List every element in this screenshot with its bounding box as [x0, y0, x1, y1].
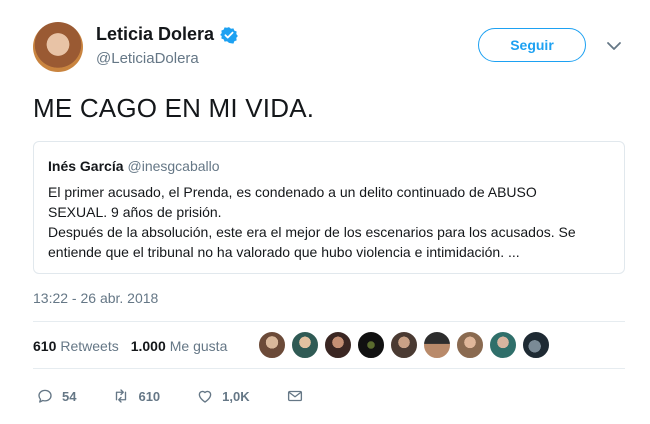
- quoted-author-handle: @inesgcaballo: [127, 158, 220, 174]
- quoted-tweet-line: El primer acusado, el Prenda, es condena…: [48, 184, 537, 200]
- liker-avatar[interactable]: [423, 331, 451, 359]
- tweet-text: ME CAGO EN MI VIDA.: [33, 93, 315, 123]
- quoted-tweet-body: El primer acusado, el Prenda, es condena…: [48, 182, 614, 262]
- quoted-tweet[interactable]: Inés García @inesgcaballo El primer acusa…: [33, 141, 625, 274]
- liker-avatar[interactable]: [357, 331, 385, 359]
- like-button[interactable]: 1,0K: [196, 387, 250, 405]
- reply-button[interactable]: 54: [36, 387, 76, 405]
- quoted-tweet-line: SEXUAL. 9 años de prisión.: [48, 204, 222, 220]
- liker-avatar[interactable]: [258, 331, 286, 359]
- liker-avatar[interactable]: [522, 331, 550, 359]
- liker-avatar[interactable]: [324, 331, 352, 359]
- quoted-author-name: Inés García: [48, 158, 124, 174]
- direct-message-button[interactable]: [286, 387, 304, 405]
- quoted-tweet-line: Después de la absolución, este era el me…: [48, 224, 576, 240]
- reply-icon: [38, 389, 52, 403]
- divider: [33, 321, 625, 322]
- follow-button[interactable]: Seguir: [478, 28, 586, 62]
- like-count: 1,0K: [222, 388, 250, 404]
- liker-avatar[interactable]: [291, 331, 319, 359]
- quoted-tweet-header: Inés García @inesgcaballo: [48, 158, 220, 174]
- tweet-stats: 610 Retweets 1.000 Me gusta: [33, 338, 239, 354]
- likers-avatars: [258, 331, 555, 359]
- retweets-count[interactable]: 610: [33, 338, 56, 354]
- retweets-label[interactable]: Retweets: [60, 338, 118, 354]
- chevron-down-icon[interactable]: [606, 38, 622, 54]
- author-name-row: Leticia Dolera: [96, 24, 238, 45]
- likes-label[interactable]: Me gusta: [170, 338, 228, 354]
- divider: [33, 368, 625, 369]
- author-name[interactable]: Leticia Dolera: [96, 24, 214, 45]
- author-handle[interactable]: @LeticiaDolera: [96, 50, 199, 67]
- retweet-icon: [116, 389, 127, 403]
- author-avatar[interactable]: [33, 22, 83, 72]
- liker-avatar[interactable]: [489, 331, 517, 359]
- tweet-timestamp[interactable]: 13:22 - 26 abr. 2018: [33, 290, 158, 306]
- reply-count: 54: [62, 388, 77, 404]
- liker-avatar[interactable]: [390, 331, 418, 359]
- retweet-button[interactable]: 610: [112, 387, 160, 405]
- retweet-count: 610: [138, 388, 161, 404]
- quoted-tweet-line: entiende que el tribunal no ha valorado …: [48, 244, 520, 260]
- heart-icon: [198, 390, 212, 403]
- liker-avatar[interactable]: [456, 331, 484, 359]
- tweet-actions: 54 610 1,0K: [36, 387, 340, 405]
- likes-count[interactable]: 1.000: [131, 338, 166, 354]
- verified-badge-icon: [220, 26, 238, 44]
- envelope-icon: [287, 390, 302, 402]
